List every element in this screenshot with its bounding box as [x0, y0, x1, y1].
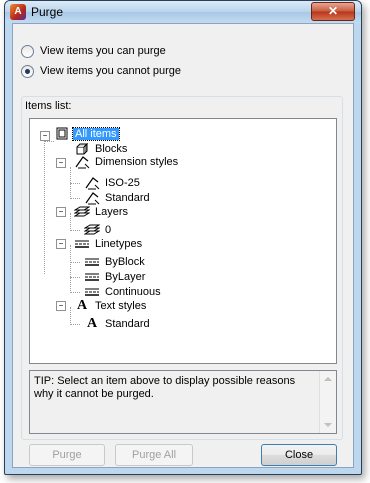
tree-label-lt-bylayer[interactable]: ByLayer	[103, 271, 147, 283]
radio-can-purge[interactable]: View items you can purge	[21, 43, 166, 59]
items-list-label: Items list:	[23, 100, 74, 112]
window-close-button[interactable]: ✕	[311, 2, 355, 21]
tree-label-all-items[interactable]: All items	[72, 126, 120, 141]
tree-node-layers[interactable]: Layers	[74, 204, 130, 219]
tree-node-dim-iso-25[interactable]: ISO-25	[84, 175, 142, 190]
tip-scrollbar[interactable]	[319, 371, 336, 433]
dialog-body: View items you can purge View items you …	[12, 23, 354, 468]
tree-node-lt-byblock[interactable]: ByBlock	[84, 254, 147, 269]
linetype-icon	[84, 270, 100, 284]
dimension-style-icon	[74, 155, 90, 169]
radio-cannot-purge[interactable]: View items you cannot purge	[21, 63, 181, 79]
tip-text: TIP: Select an item above to display pos…	[34, 375, 296, 400]
collapse-root-icon[interactable]: −	[40, 131, 50, 141]
tree-label-blocks[interactable]: Blocks	[93, 143, 129, 155]
tree-label-linetypes[interactable]: Linetypes	[93, 238, 144, 250]
tree-label-dimension-styles[interactable]: Dimension styles	[93, 156, 180, 168]
drawing-icon	[54, 127, 70, 141]
tree-node-layer-0[interactable]: 0	[84, 222, 113, 237]
tree-label-dim-iso-25[interactable]: ISO-25	[103, 177, 142, 189]
items-tree[interactable]: − All items Blocks − Dimension styles IS…	[29, 118, 337, 364]
app-icon: A	[10, 4, 26, 20]
collapse-dimension-styles-icon[interactable]: −	[56, 158, 66, 168]
tree-label-lt-byblock[interactable]: ByBlock	[103, 256, 147, 268]
layers-icon	[74, 205, 90, 219]
tree-node-ts-standard[interactable]: A Standard	[84, 316, 152, 331]
linetype-icon	[74, 237, 90, 251]
tree-label-layer-0[interactable]: 0	[103, 224, 113, 236]
tree-node-linetypes[interactable]: Linetypes	[74, 236, 144, 251]
tree-node-lt-bylayer[interactable]: ByLayer	[84, 269, 147, 284]
purge-dialog: A Purge ✕ View items you can purge View …	[4, 0, 362, 475]
collapse-linetypes-icon[interactable]: −	[56, 239, 66, 249]
tip-box: TIP: Select an item above to display pos…	[29, 370, 337, 434]
radio-cannot-purge-label[interactable]: View items you cannot purge	[40, 65, 181, 77]
collapse-layers-icon[interactable]: −	[56, 207, 66, 217]
dimension-style-icon	[84, 176, 100, 190]
tree-label-ts-standard[interactable]: Standard	[103, 318, 152, 330]
radio-cannot-purge-indicator[interactable]	[21, 64, 34, 78]
tree-label-text-styles[interactable]: Text styles	[93, 300, 148, 312]
tree-label-layers[interactable]: Layers	[93, 206, 130, 218]
scroll-down-icon[interactable]	[324, 423, 332, 427]
tree-node-text-styles[interactable]: A Text styles	[74, 298, 148, 313]
tree-node-dimension-styles[interactable]: Dimension styles	[74, 154, 180, 169]
text-style-icon: A	[76, 297, 88, 313]
tree-label-lt-continuous[interactable]: Continuous	[103, 286, 163, 298]
purge-all-button[interactable]: Purge All	[115, 444, 193, 466]
title-bar[interactable]: A Purge ✕	[5, 1, 361, 23]
radio-can-purge-label[interactable]: View items you can purge	[40, 45, 166, 57]
purge-button[interactable]: Purge	[29, 444, 105, 466]
tree-node-lt-continuous[interactable]: Continuous	[84, 284, 163, 299]
radio-can-purge-indicator[interactable]	[21, 44, 34, 58]
tree-label-dim-standard[interactable]: Standard	[103, 192, 152, 204]
scroll-up-icon[interactable]	[324, 377, 332, 381]
close-button[interactable]: Close	[261, 444, 337, 466]
linetype-icon	[84, 285, 100, 299]
dimension-style-icon	[84, 191, 100, 205]
text-style-icon: A	[86, 315, 98, 331]
tree-node-all-items[interactable]: All items	[54, 126, 120, 141]
window-title: Purge	[31, 5, 64, 19]
tree-node-dim-standard[interactable]: Standard	[84, 190, 152, 205]
collapse-text-styles-icon[interactable]: −	[56, 301, 66, 311]
layers-icon	[84, 223, 100, 237]
linetype-icon	[84, 255, 100, 269]
